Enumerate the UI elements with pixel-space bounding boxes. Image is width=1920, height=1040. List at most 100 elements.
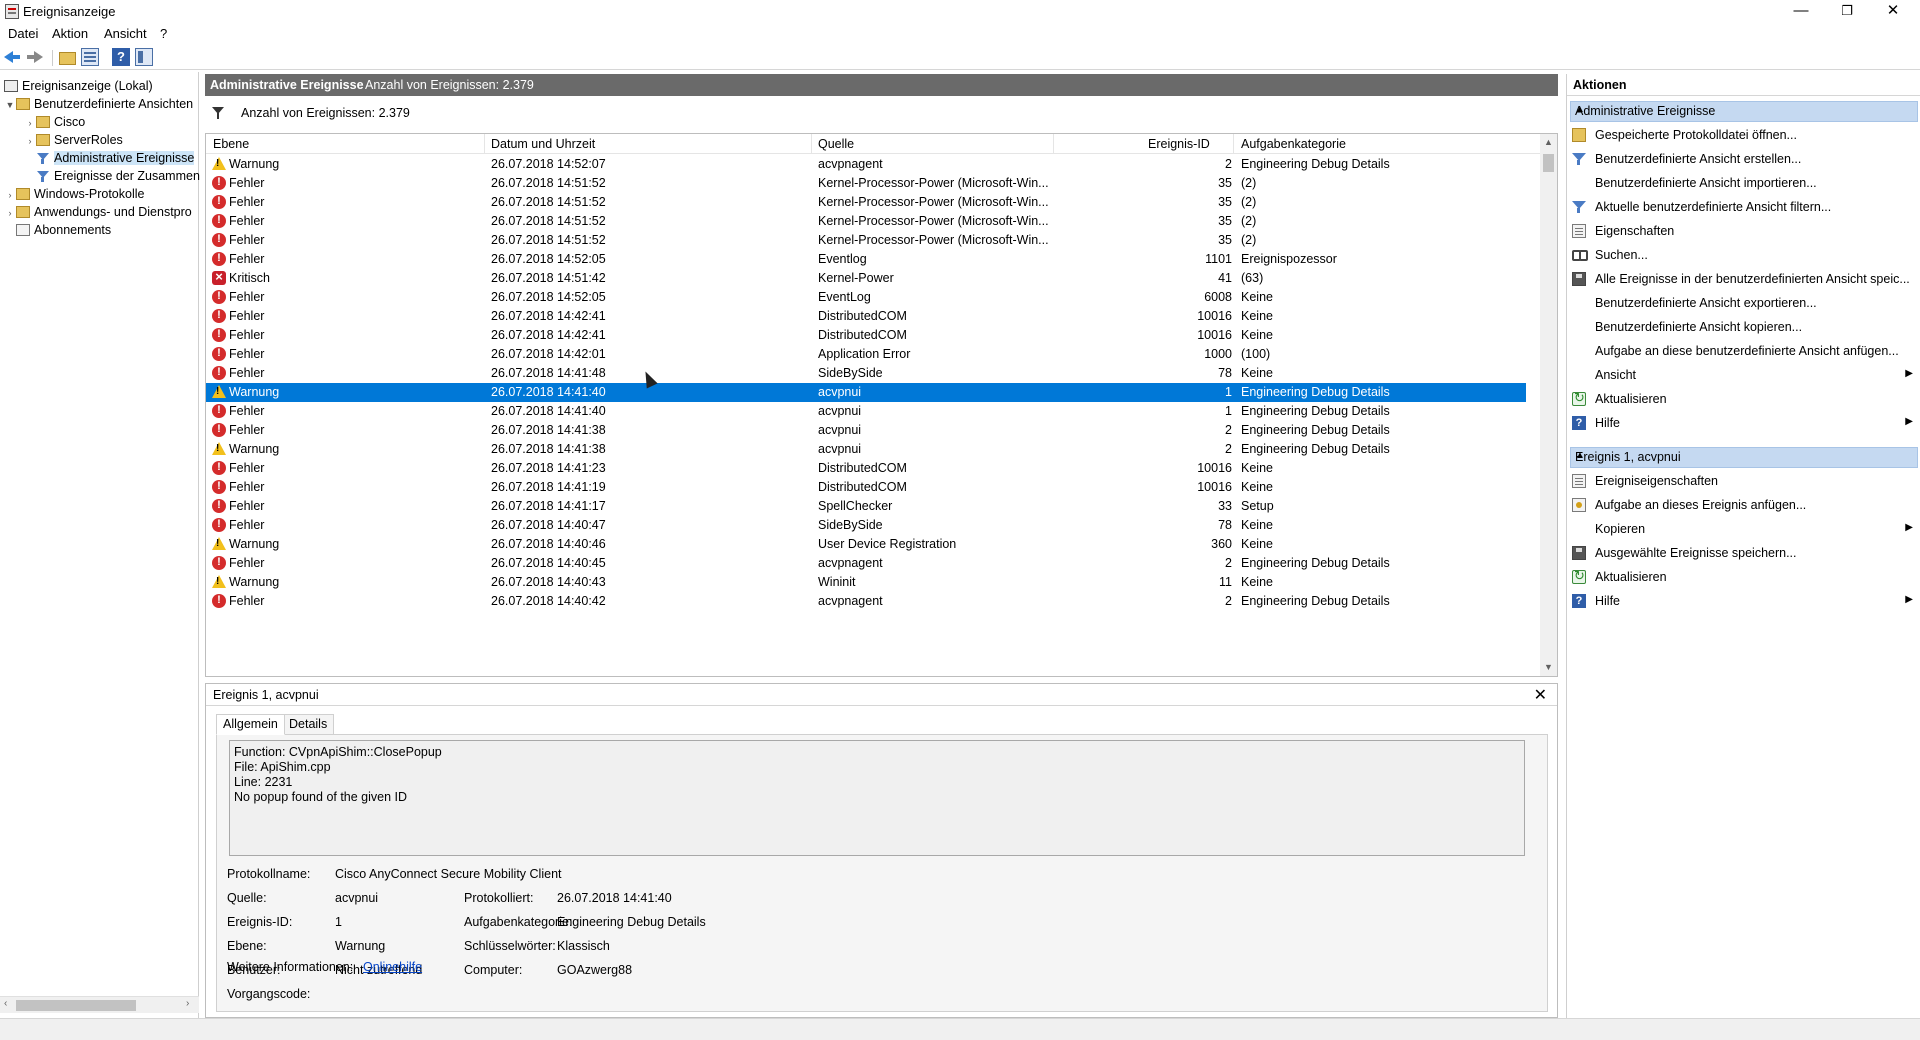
collapse-caret-icon[interactable]: ▲ — [1575, 450, 1911, 461]
menu-help[interactable]: ? — [160, 26, 167, 41]
tab-allgemein[interactable]: Allgemein — [216, 714, 285, 735]
action-item[interactable]: Gespeicherte Protokolldatei öffnen... — [1572, 126, 1917, 146]
tree-horizontal-scrollbar[interactable]: ‹ › — [0, 996, 199, 1013]
tree-item-cisco[interactable]: › Cisco — [24, 113, 86, 132]
minimize-button[interactable]: — — [1778, 0, 1824, 24]
tree-item-server-roles[interactable]: › ServerRoles — [24, 131, 123, 149]
scroll-right-icon[interactable]: › — [186, 998, 189, 1009]
scroll-thumb[interactable] — [16, 1000, 136, 1011]
column-divider[interactable] — [1054, 134, 1234, 154]
action-item[interactable]: Suchen... — [1572, 246, 1917, 266]
table-row[interactable]: Fehler 26.07.2018 14:51:52 Kernel-Processo… — [206, 174, 1526, 193]
table-row[interactable]: Warnung 26.07.2018 14:41:40 acvpnui 1 Engine… — [206, 383, 1526, 402]
tree-item-app-logs[interactable]: › Anwendungs- und Dienstpro — [4, 203, 192, 221]
actions-section-event[interactable]: Ereignis 1, acvpnui ▲ — [1570, 447, 1918, 468]
restore-button[interactable]: ❐ — [1824, 0, 1870, 24]
scroll-left-icon[interactable]: ‹ — [4, 998, 7, 1009]
help-icon[interactable]: ? — [112, 48, 130, 66]
action-item[interactable]: Ereigniseigenschaften — [1572, 472, 1917, 492]
table-row[interactable]: Warnung 26.07.2018 14:40:46 User Device Re… — [206, 535, 1526, 554]
tree-item-windows-logs[interactable]: › Windows-Protokolle — [4, 185, 145, 204]
action-item[interactable]: Ausgewählte Ereignisse speichern... — [1572, 544, 1917, 564]
scroll-up-icon[interactable]: ▲ — [1540, 134, 1557, 151]
forward-arrow-icon[interactable] — [26, 48, 44, 66]
table-row[interactable]: Fehler 26.07.2018 14:42:01 Application Err… — [206, 345, 1526, 364]
expand-chevron-icon[interactable]: › — [4, 186, 16, 204]
tree-item-summary-events[interactable]: Ereignisse der Zusammen — [36, 167, 200, 185]
table-row[interactable]: Fehler 26.07.2018 14:52:05 EventLog 6008 Kei… — [206, 288, 1526, 307]
expand-chevron-icon[interactable]: › — [4, 204, 16, 222]
table-row[interactable]: Fehler 26.07.2018 14:51:52 Kernel-Processo… — [206, 212, 1526, 231]
collapse-chevron-icon[interactable]: ▼ — [4, 96, 16, 114]
action-item[interactable]: Kopieren ▶ — [1572, 520, 1917, 540]
table-vertical-scrollbar[interactable]: ▲ ▼ — [1540, 134, 1557, 676]
action-item[interactable]: Benutzerdefinierte Ansicht importieren..… — [1572, 174, 1917, 194]
tree-item-admin-events[interactable]: Administrative Ereignisse — [36, 149, 195, 167]
scroll-thumb[interactable] — [1543, 154, 1554, 172]
action-item[interactable]: Aktuelle benutzerdefinierte Ansicht filt… — [1572, 198, 1917, 218]
event-id-value[interactable]: 1 — [335, 915, 342, 929]
show-hide-action-pane-icon[interactable] — [135, 48, 153, 66]
action-item[interactable]: Ansicht ▶ — [1572, 366, 1917, 386]
back-arrow-icon[interactable] — [3, 48, 21, 66]
expand-chevron-icon[interactable]: › — [24, 132, 36, 150]
action-item[interactable]: Aufgabe an dieses Ereignis anfügen... — [1572, 496, 1917, 516]
actions-section-admin-events[interactable]: Administrative Ereignisse ▲ — [1570, 101, 1918, 122]
computer-value[interactable]: GOAzwerg88 — [557, 963, 632, 977]
tree-item-custom-views[interactable]: ▼ Benutzerdefinierte Ansichten — [4, 95, 194, 114]
close-detail-icon[interactable]: ✕ — [1534, 685, 1547, 705]
table-row[interactable]: Fehler 26.07.2018 14:52:05 Eventlog 1101 Ere… — [206, 250, 1526, 269]
expand-chevron-icon[interactable]: › — [24, 114, 36, 132]
up-folder-icon[interactable] — [58, 48, 76, 66]
action-item[interactable]: Aufgabe an diese benutzerdefinierte Ansi… — [1572, 342, 1917, 362]
table-row[interactable]: Warnung 26.07.2018 14:41:38 acvpnui 2 Engine… — [206, 440, 1526, 459]
tree-item-root[interactable]: Ereignisanzeige (Lokal) — [4, 77, 153, 95]
table-row[interactable]: Fehler 26.07.2018 14:42:41 DistributedCOM 1… — [206, 326, 1526, 345]
table-row[interactable]: Warnung 26.07.2018 14:52:07 acvpnagent 2 Eng… — [206, 155, 1526, 174]
event-message[interactable]: Function: CVpnApiShim::ClosePopup File: … — [229, 740, 1525, 856]
online-help-link[interactable]: Onlinehilfe — [363, 960, 422, 974]
menu-aktion[interactable]: Aktion — [52, 26, 88, 41]
action-item[interactable]: Benutzerdefinierte Ansicht erstellen... — [1572, 150, 1917, 170]
table-row[interactable]: Fehler 26.07.2018 14:51:52 Kernel-Processo… — [206, 193, 1526, 212]
table-row[interactable]: Fehler 26.07.2018 14:41:17 SpellChecker 33 S… — [206, 497, 1526, 516]
show-hide-tree-icon[interactable] — [81, 48, 99, 66]
column-divider[interactable] — [812, 134, 1054, 154]
action-item[interactable]: Benutzerdefinierte Ansicht exportieren..… — [1572, 294, 1917, 314]
table-row[interactable]: Fehler 26.07.2018 14:42:41 DistributedCOM 1… — [206, 307, 1526, 326]
log-name-value[interactable]: Cisco AnyConnect Secure Mobility Client — [335, 867, 562, 881]
table-row[interactable]: Fehler 26.07.2018 14:41:40 acvpnui 1 Enginee… — [206, 402, 1526, 421]
table-row[interactable]: Fehler 26.07.2018 14:40:45 acvpnagent 2 Engi… — [206, 554, 1526, 573]
action-item[interactable]: Aktualisieren — [1572, 390, 1917, 410]
column-divider[interactable] — [206, 134, 485, 154]
scroll-down-icon[interactable]: ▼ — [1540, 659, 1557, 676]
column-header-category[interactable]: Aufgabenkategorie — [1241, 137, 1346, 151]
action-item[interactable]: ? Hilfe ▶ — [1572, 414, 1917, 434]
table-row[interactable]: Fehler 26.07.2018 14:40:47 SideBySide 78 Kei… — [206, 516, 1526, 535]
level-value[interactable]: Warnung — [335, 939, 385, 953]
menu-datei[interactable]: Datei — [8, 26, 38, 41]
table-row[interactable]: Fehler 26.07.2018 14:41:19 DistributedCOM 1… — [206, 478, 1526, 497]
action-item[interactable]: Eigenschaften — [1572, 222, 1917, 242]
tree-item-subscriptions[interactable]: Abonnements — [16, 221, 111, 239]
menu-ansicht[interactable]: Ansicht — [104, 26, 147, 41]
action-item[interactable]: Aktualisieren — [1572, 568, 1917, 588]
collapse-caret-icon[interactable]: ▲ — [1575, 104, 1911, 115]
table-row[interactable]: Fehler 26.07.2018 14:41:23 DistributedCOM 1… — [206, 459, 1526, 478]
table-row[interactable]: Fehler 26.07.2018 14:41:38 acvpnui 2 Enginee… — [206, 421, 1526, 440]
table-row[interactable]: Kritisch 26.07.2018 14:51:42 Kernel-Power 4… — [206, 269, 1526, 288]
source-value[interactable]: acvpnui — [335, 891, 378, 905]
column-divider[interactable] — [485, 134, 812, 154]
close-window-button[interactable]: ✕ — [1870, 0, 1916, 24]
table-row[interactable]: Fehler 26.07.2018 14:40:42 acvpnagent 2 Engi… — [206, 592, 1526, 611]
keywords-value[interactable]: Klassisch — [557, 939, 610, 953]
action-item[interactable]: Benutzerdefinierte Ansicht kopieren... — [1572, 318, 1917, 338]
tab-details[interactable]: Details — [282, 714, 335, 735]
action-item[interactable]: ? Hilfe ▶ — [1572, 592, 1917, 612]
action-item[interactable]: Alle Ereignisse in der benutzerdefiniert… — [1572, 270, 1917, 290]
table-row[interactable]: Fehler 26.07.2018 14:51:52 Kernel-Processo… — [206, 231, 1526, 250]
logged-value[interactable]: 26.07.2018 14:41:40 — [557, 891, 672, 905]
task-category-value[interactable]: Engineering Debug Details — [557, 915, 706, 929]
table-row[interactable]: Warnung 26.07.2018 14:40:43 Wininit 11 Keine — [206, 573, 1526, 592]
table-row[interactable]: Fehler26.07.2018 14:41:48SideBySide78Kei… — [206, 364, 1526, 383]
